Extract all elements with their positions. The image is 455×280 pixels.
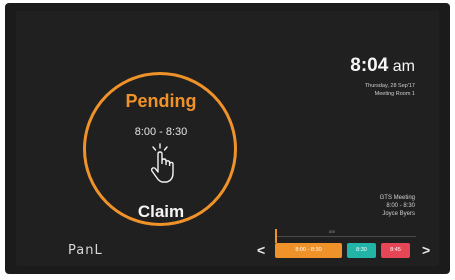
brand-logo: PanL	[68, 243, 103, 258]
meeting-title: GTS Meeting	[379, 195, 415, 201]
room-panel-device: Pending 8:00 - 8:30 Claim 8:04 am Thursd…	[5, 3, 450, 274]
current-time: 8:04 am	[321, 55, 415, 77]
timeline-slot-current[interactable]: 8:00 - 8:30	[275, 243, 342, 258]
timeline-slot-next[interactable]: 8:30	[347, 243, 376, 258]
clock-time: 8:04	[350, 55, 389, 76]
timeline-track	[276, 236, 416, 237]
timeline-slot-later[interactable]: 8:45	[381, 243, 410, 258]
tap-hand-icon	[147, 142, 177, 184]
panel-screen: Pending 8:00 - 8:30 Claim 8:04 am Thursd…	[16, 11, 439, 266]
booking-time-range: 8:00 - 8:30	[134, 126, 188, 138]
room-name: Meeting Room 1	[374, 91, 415, 97]
chevron-right-icon[interactable]: >	[422, 242, 430, 258]
timeline-now-marker	[275, 229, 277, 243]
meeting-organizer: Joyce Byers	[382, 211, 415, 217]
meeting-time: 8:00 - 8:30	[386, 203, 415, 209]
current-date: Thursday, 28 Sep'17	[364, 83, 415, 89]
timeline-period-label: am	[329, 229, 336, 234]
booking-status: Pending	[125, 91, 197, 111]
clock-ampm: am	[392, 58, 415, 75]
claim-button-label[interactable]: Claim	[111, 202, 211, 222]
chevron-left-icon[interactable]: <	[257, 242, 265, 258]
